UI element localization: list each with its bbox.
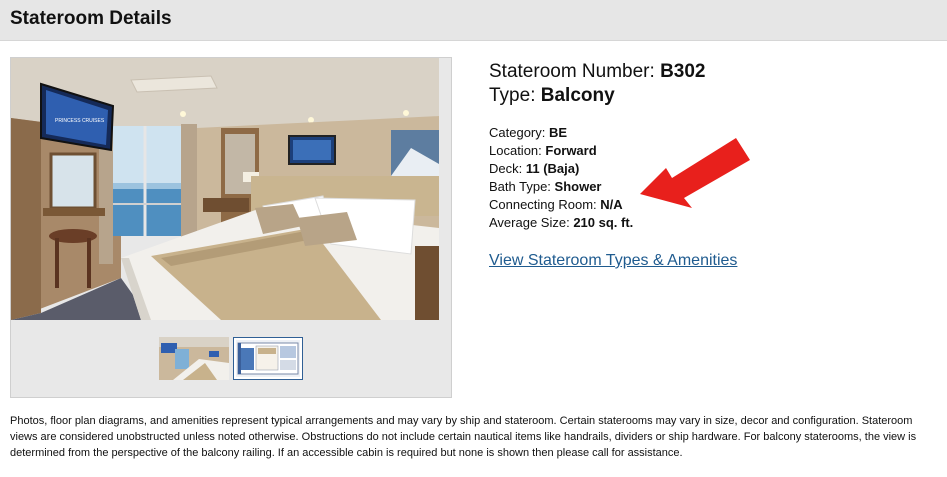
fact-value: Forward [545, 143, 597, 158]
stateroom-number-line: Stateroom Number: B302 [489, 60, 929, 84]
fact-label: Deck: [489, 161, 526, 176]
stateroom-type-line: Type: Balcony [489, 84, 929, 108]
stateroom-number-value: B302 [660, 61, 706, 82]
arrow-shape [640, 138, 750, 208]
page-header: Stateroom Details [0, 0, 947, 41]
disclaimer-text: Photos, floor plan diagrams, and ameniti… [10, 415, 917, 459]
main-stateroom-photo: PRINCESS CRUISES [11, 58, 439, 320]
fact-value: BE [548, 125, 568, 140]
fact-value: 11 (Baja) [525, 161, 580, 176]
stateroom-number-label: Stateroom Number: [489, 61, 661, 82]
stateroom-type-label: Type: [489, 85, 541, 106]
fact-average-size: Average Size: 210 sq. ft. [489, 214, 929, 232]
red-arrow-annotation [640, 138, 750, 208]
fact-value: 210 sq. ft. [573, 215, 634, 230]
fact-label: Category: [489, 125, 549, 140]
fact-value: N/A [600, 197, 623, 212]
tv-brand-text: PRINCESS CRUISES [55, 118, 105, 124]
stateroom-type-value: Balcony [540, 85, 615, 106]
fact-value: Shower [554, 179, 602, 194]
fact-label: Location: [489, 143, 546, 158]
page-title: Stateroom Details [10, 8, 172, 29]
photo-gallery: PRINCESS CRUISES [10, 57, 452, 398]
fact-label: Bath Type: [489, 179, 555, 194]
fact-label: Connecting Room: [489, 197, 601, 212]
thumbnail-stateroom-photo[interactable] [159, 337, 229, 380]
fact-label: Average Size: [489, 215, 574, 230]
view-stateroom-types-link[interactable]: View Stateroom Types & Amenities [489, 252, 737, 270]
thumbnail-floor-plan[interactable] [233, 337, 303, 380]
